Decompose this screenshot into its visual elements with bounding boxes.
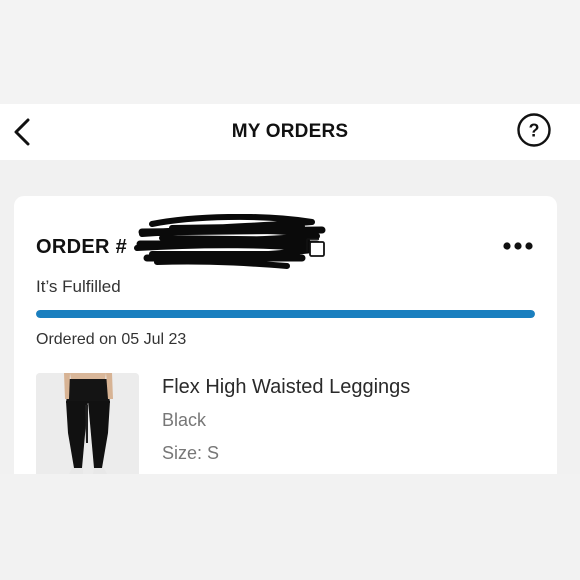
order-date: Ordered on 05 Jul 23 <box>36 331 187 348</box>
top-blank-area <box>0 0 580 104</box>
help-button[interactable]: ? <box>515 111 553 149</box>
copy-icon[interactable] <box>304 236 328 260</box>
question-circle-icon: ? <box>517 113 551 147</box>
more-options-button[interactable] <box>496 234 540 258</box>
bottom-blank-area <box>0 474 580 580</box>
page-title: MY ORDERS <box>231 121 349 142</box>
order-progress-bar <box>36 310 535 318</box>
leggings-photo <box>36 373 139 483</box>
product-image[interactable] <box>36 373 139 483</box>
back-button[interactable] <box>4 114 40 150</box>
order-progress-fill <box>36 310 535 318</box>
product-size: Size: S <box>162 443 220 463</box>
order-status: It’s Fulfilled <box>36 277 121 296</box>
product-color: Black <box>162 410 207 430</box>
svg-text:?: ? <box>529 121 540 141</box>
app-header: MY ORDERS <box>0 104 580 160</box>
product-name[interactable]: Flex High Waisted Leggings <box>162 376 410 399</box>
order-card[interactable]: ORDER # It’s Fulfilled Ordered on 05 Jul… <box>14 196 557 496</box>
chevron-left-icon <box>14 118 30 146</box>
more-horizontal-icon <box>503 242 533 250</box>
